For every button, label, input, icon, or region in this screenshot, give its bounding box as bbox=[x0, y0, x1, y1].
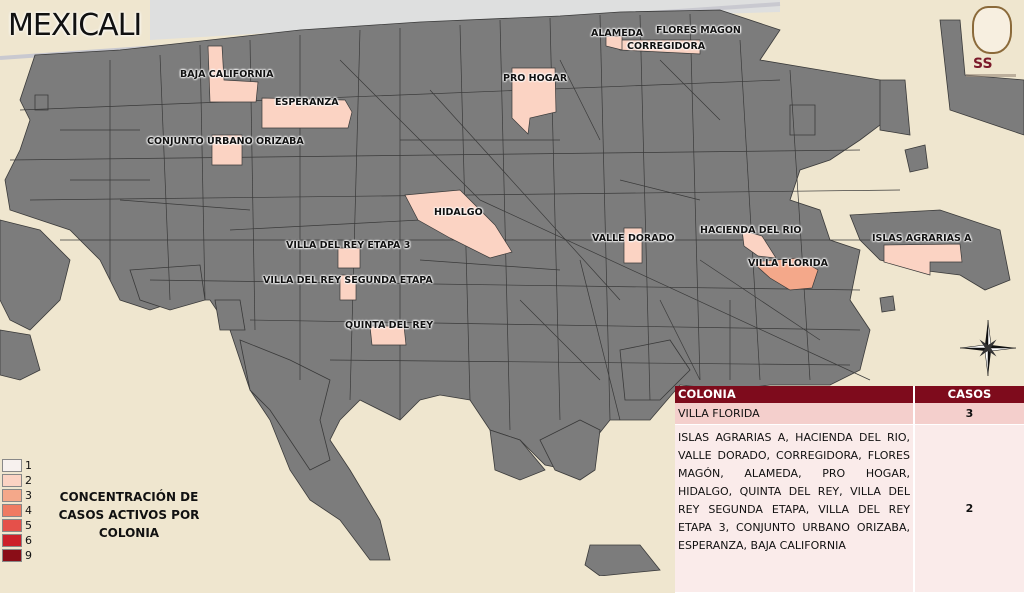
label-hidalgo: HIDALGO bbox=[434, 207, 483, 218]
government-seal-icon bbox=[972, 6, 1012, 54]
legend-item: 6 bbox=[2, 533, 32, 548]
label-pro-hogar: PRO HOGAR bbox=[503, 73, 568, 84]
label-islas-agrarias-a: ISLAS AGRARIAS A bbox=[872, 233, 972, 244]
legend-item: 2 bbox=[2, 473, 32, 488]
label-baja-california: BAJA CALIFORNIA bbox=[180, 69, 274, 80]
table-cell-casos: 2 bbox=[915, 425, 1024, 593]
label-valle-dorado: VALLE DORADO bbox=[592, 233, 675, 244]
legend-item: 3 bbox=[2, 488, 32, 503]
colonia-villa-del-rey-etapa-3 bbox=[337, 247, 361, 269]
active-cases-table: COLONIA CASOS ACTIVOS VILLA FLORIDA 3 IS… bbox=[675, 386, 1024, 593]
table-cell-colonia: ISLAS AGRARIAS A, HACIENDA DEL RIO, VALL… bbox=[675, 425, 915, 593]
map-title: MEXICALI bbox=[8, 8, 142, 43]
logo-subtitle-line bbox=[966, 74, 1016, 77]
table-cell-casos: 3 bbox=[915, 403, 1024, 425]
label-villa-del-rey-segunda-etapa: VILLA DEL REY SEGUNDA ETAPA bbox=[263, 275, 433, 286]
legend-label: 2 bbox=[25, 474, 32, 487]
legend-swatch bbox=[2, 474, 22, 487]
header-colonia: COLONIA bbox=[675, 386, 915, 403]
ss-logo-text: SS bbox=[973, 56, 993, 72]
label-alameda: ALAMEDA bbox=[591, 28, 643, 39]
legend-swatch bbox=[2, 504, 22, 517]
label-flores-magon: FLORES MAGON bbox=[656, 25, 741, 36]
legend-title: CONCENTRACIÓN DE CASOS ACTIVOS POR COLON… bbox=[58, 490, 200, 540]
legend-swatch bbox=[2, 459, 22, 472]
table-row: ISLAS AGRARIAS A, HACIENDA DEL RIO, VALL… bbox=[675, 425, 1024, 593]
legend-label: 3 bbox=[25, 489, 32, 502]
label-hacienda-del-rio: HACIENDA DEL RIO bbox=[700, 225, 802, 236]
legend-swatch bbox=[2, 534, 22, 547]
legend-item: 9 bbox=[2, 548, 32, 563]
table-row: VILLA FLORIDA 3 bbox=[675, 403, 1024, 425]
label-corregidora: CORREGIDORA bbox=[627, 41, 706, 52]
legend-item: 5 bbox=[2, 518, 32, 533]
legend-label: 5 bbox=[25, 519, 32, 532]
legend-swatch bbox=[2, 549, 22, 562]
label-quinta-del-rey: QUINTA DEL REY bbox=[345, 320, 434, 331]
legend-item: 4 bbox=[2, 503, 32, 518]
legend-item: 1 bbox=[2, 458, 32, 473]
label-villa-del-rey-etapa-3: VILLA DEL REY ETAPA 3 bbox=[286, 240, 411, 251]
label-esperanza: ESPERANZA bbox=[275, 97, 339, 108]
legend-label: 1 bbox=[25, 459, 32, 472]
legend-swatch bbox=[2, 519, 22, 532]
table-header-row: COLONIA CASOS ACTIVOS bbox=[675, 386, 1024, 418]
legend-label: 6 bbox=[25, 534, 32, 547]
legend-swatch bbox=[2, 489, 22, 502]
header-casos-activos: CASOS ACTIVOS bbox=[915, 386, 1024, 418]
label-villa-florida: VILLA FLORIDA bbox=[748, 258, 829, 269]
legend-label: 9 bbox=[25, 549, 32, 562]
legend-label: 4 bbox=[25, 504, 32, 517]
table-cell-colonia: VILLA FLORIDA bbox=[675, 403, 915, 425]
ss-logo: SS bbox=[964, 4, 1018, 82]
legend: 1 2 3 4 5 6 9 bbox=[2, 458, 32, 563]
label-conjunto-urbano-orizaba: CONJUNTO URBANO ORIZABA bbox=[147, 136, 304, 147]
compass-rose-icon bbox=[959, 319, 1017, 377]
